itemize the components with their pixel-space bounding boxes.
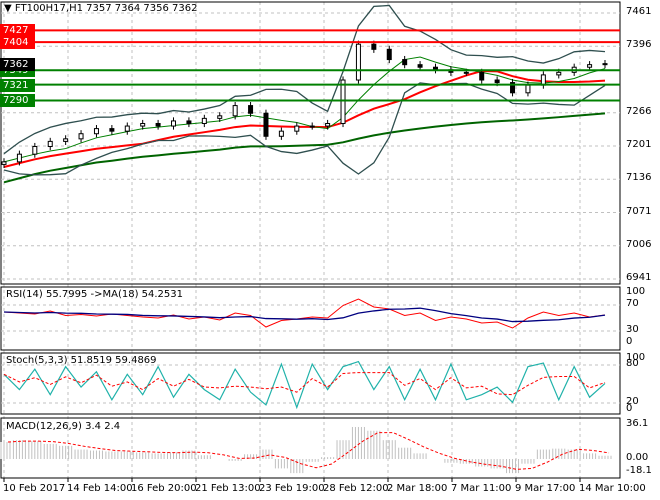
candle-body [463,71,469,74]
rsi-ma-line [3,307,606,323]
time-label: 7 Mar 11:00 [451,483,512,494]
candle-body [525,84,531,94]
triangle-down-icon[interactable]: ▼ [4,3,12,14]
candle-body [217,115,223,119]
rsi-tick-label: 100 [626,286,646,297]
symbol-header: ▼ FT100H17,H1 7357 7364 7356 7362 [4,3,197,14]
symbol-ohlc: FT100H17,H1 7357 7364 7356 7362 [14,3,198,14]
level-price-tag: 7404 [0,36,35,50]
trading-chart-window: ▼ FT100H17,H1 7357 7364 7356 7362 RSI(14… [0,0,660,500]
candle-body [263,112,269,137]
macd-tick-label: 0.00 [626,452,649,463]
level-price-tag: 7321 [0,78,35,92]
ma-slow-line [3,112,606,184]
candle-body [340,79,346,124]
rsi-tick-label: 30 [626,324,639,335]
stoch-signal-line [3,372,606,396]
time-label: 2 Mar 18:00 [387,483,448,494]
current-price-tag: 7362 [0,57,35,71]
stoch-tick-label: 0 [626,403,633,414]
candle-body [325,122,331,127]
candle-body [186,120,192,124]
price-tick-label: 7461 [626,6,652,17]
candle-body [140,122,146,127]
rsi-title: RSI(14) 55.7995 ->MA(18) 54.2531 [6,289,183,300]
candle-body [63,138,69,142]
time-label: 10 Feb 2017 [3,483,66,494]
price-tick-label: 7006 [626,238,652,250]
candle-body [402,59,408,66]
candle-body [171,120,177,127]
candle-body [540,74,546,86]
stoch-title: Stoch(5,3,3) 51.8519 59.4869 [6,355,157,366]
price-tick-label: 7396 [626,39,652,51]
candle-body [602,63,608,66]
macd-tick-label: -18.1 [626,465,652,476]
stoch-main-line [3,360,606,410]
candle-body [201,117,207,124]
price-tick-label: 7201 [626,139,652,150]
time-label: 14 Mar 10:00 [579,483,646,494]
rsi-tick-label: 0 [626,336,633,347]
macd-title: MACD(12,26,9) 3.4 2.4 [6,421,121,432]
candle-body [371,43,377,50]
candle-body [386,48,392,61]
level-price-tag: 7290 [0,94,35,108]
price-tick-label: 7071 [626,205,652,217]
price-tick-label: 7266 [626,105,652,117]
candle-body [479,71,485,81]
candle-body [78,133,84,140]
candle-body [494,79,500,84]
candle-body [355,43,361,81]
candle-body [556,71,562,76]
candle-body [294,125,300,132]
macd-tick-label: 36.1 [626,418,649,429]
time-label: 9 Mar 17:00 [515,483,576,494]
candle-body [248,105,254,114]
stoch-tick-label: 80 [626,358,639,369]
candle-body [1,161,7,165]
candle-body [417,64,423,68]
candle-body [93,128,99,135]
rsi-tick-label: 70 [626,298,639,309]
candle-body [109,128,115,132]
time-label: 14 Feb 14:00 [67,483,133,494]
price-tick-label: 6941 [626,272,652,283]
candle-body [232,105,238,117]
time-label: 21 Feb 13:00 [195,483,261,494]
candle-body [309,125,315,128]
time-label: 28 Feb 12:00 [323,483,389,494]
candle-body [32,146,38,155]
pane-border [0,1,621,285]
candle-body [16,153,22,163]
candle-body [47,140,53,148]
candle-body [278,130,284,137]
time-label: 16 Feb 20:00 [131,483,197,494]
price-tick-label: 7136 [626,172,652,184]
candle-body [155,122,161,127]
candle-body [587,64,593,68]
time-label: 23 Feb 19:00 [259,483,325,494]
candle-body [124,125,130,132]
